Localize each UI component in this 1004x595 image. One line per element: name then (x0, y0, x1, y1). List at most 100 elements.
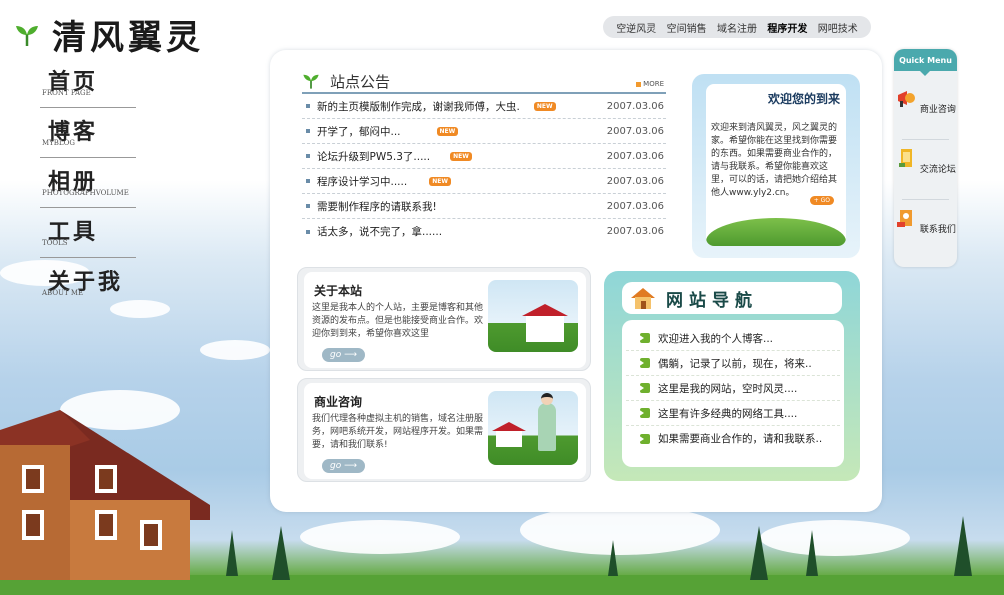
quick-item-forum[interactable]: 交流论坛 (894, 147, 957, 175)
quick-item-label: 交流论坛 (919, 165, 956, 175)
bullet-icon (306, 229, 310, 234)
tree (608, 540, 618, 576)
tree (750, 526, 768, 580)
notice-item[interactable]: 新的主页模版制作完成，谢谢我师傅，大虫. NEW 2007.03.06 (302, 94, 666, 119)
notice-item[interactable]: 程序设计学习中..... NEW 2007.03.06 (302, 169, 666, 194)
leftnav-item-about[interactable]: 关于我 ABOUT ME (40, 258, 136, 308)
cloud (520, 505, 720, 555)
leftnav-item-tools[interactable]: 工具 TOOLS (40, 208, 136, 258)
arrow-icon (638, 358, 650, 368)
contact-icon (897, 210, 913, 227)
about-text: 这里是我本人的个人站，主要是博客和其他资源的发布点。但是也能接受商业合作。欢迎你… (312, 303, 484, 339)
about-go-button[interactable]: go ⟶ (322, 348, 365, 362)
cloud (760, 520, 910, 556)
topnav-item-kongni[interactable]: 空逆风灵 (616, 20, 656, 35)
topnav-item-space-sales[interactable]: 空间销售 (667, 20, 707, 35)
notice-header: 站点公告 MORE (302, 70, 666, 94)
arrow-icon (638, 383, 650, 393)
about-box: 关于本站 这里是我本人的个人站，主要是博客和其他资源的发布点。但是也能接受商业合… (297, 267, 591, 371)
notice-date: 2007.03.06 (606, 125, 664, 137)
leftnav-sublabel: MYBLOG (42, 139, 75, 147)
notice-text: 论坛升级到PW5.3了..... (317, 150, 431, 163)
new-badge: NEW (450, 151, 472, 161)
business-box: 商业咨询 我们代理各种虚拟主机的销售，域名注册服务，网吧系统开发，网站程序开发。… (297, 378, 591, 482)
folder-icon (899, 149, 913, 167)
bullet-icon (306, 129, 310, 133)
sitenav-list: 欢迎进入我的个人博客... 偶躺，记录了以前，现在，将来.. 这里是我的网站，空… (622, 320, 844, 467)
topnav-item-dev[interactable]: 程序开发 (767, 20, 807, 35)
sitenav-label: 偶躺，记录了以前，现在，将来.. (658, 357, 812, 370)
quick-item-label: 商业咨询 (919, 105, 956, 115)
sitenav-item[interactable]: 这里有许多经典的网络工具.... (626, 401, 840, 426)
house-picture (488, 280, 578, 352)
topnav-item-domain[interactable]: 域名注册 (717, 20, 757, 35)
leftnav-sublabel: FRONT PAGE (42, 89, 91, 97)
notice-date: 2007.03.06 (606, 150, 664, 162)
notice-item[interactable]: 开学了，郁闷中... NEW 2007.03.06 (302, 119, 666, 144)
sprout-icon (16, 25, 38, 46)
sitenav-item[interactable]: 这里是我的网站，空时风灵.... (626, 376, 840, 401)
welcome-card: 欢迎您的到来 欢迎来到清风翼灵，风之翼灵的家。希望你能在这里找到你需要的东西。如… (706, 84, 846, 246)
cloud (200, 340, 270, 360)
leftnav-sublabel: ABOUT ME (42, 289, 84, 297)
divider (902, 199, 949, 200)
leftnav-item-album[interactable]: 相册 PHOTOGRAPHVOLUME (40, 158, 136, 208)
bullet-icon (636, 81, 642, 87)
business-go-button[interactable]: go ⟶ (322, 459, 365, 473)
leftnav-item-blog[interactable]: 博客 MYBLOG (40, 108, 136, 158)
sitenav-label: 这里是我的网站，空时风灵.... (658, 382, 798, 395)
logo-text: 清风翼灵 (52, 18, 204, 58)
business-text: 我们代理各种虚拟主机的销售，域名注册服务，网吧系统开发，网站程序开发。如果需要，… (312, 414, 484, 450)
quick-item-label: 联系我们 (919, 225, 956, 235)
notice-text: 程序设计学习中..... (317, 175, 408, 188)
go-label: go (330, 461, 342, 471)
quick-menu-title: Quick Menu (894, 49, 957, 76)
top-navigation: 空逆风灵 空间销售 域名注册 程序开发 网吧技术 (603, 16, 871, 38)
welcome-text: 欢迎来到清风翼灵，风之翼灵的家。希望你能在这里找到你需要的东西。如果需要商业合作… (711, 123, 838, 198)
notice-date: 2007.03.06 (606, 226, 664, 237)
notice-text: 话太多，说不完了，拿...... (317, 226, 443, 238)
divider (902, 139, 949, 140)
more-label: MORE (643, 80, 664, 88)
notice-text: 需要制作程序的请联系我! (317, 200, 437, 213)
more-link[interactable]: MORE (636, 80, 664, 88)
about-card: 关于本站 这里是我本人的个人站，主要是博客和其他资源的发布点。但是也能接受商业合… (304, 272, 586, 368)
notice-date: 2007.03.06 (606, 200, 664, 212)
business-title: 商业咨询 (314, 395, 363, 409)
notice-item[interactable]: 论坛升级到PW5.3了..... NEW 2007.03.06 (302, 144, 666, 169)
new-badge: NEW (533, 101, 556, 111)
notice-date: 2007.03.06 (606, 100, 664, 112)
consultant-picture (488, 391, 578, 465)
quick-item-business[interactable]: 商业咨询 (894, 87, 957, 115)
welcome-go-button[interactable]: + GO (809, 196, 834, 205)
notice-item[interactable]: 话太多，说不完了，拿...... 2007.03.06 (302, 219, 666, 244)
arrow-icon (638, 433, 650, 444)
topnav-item-netcafe[interactable]: 网吧技术 (818, 20, 858, 35)
site-navigation: 网站导航 欢迎进入我的个人博客... 偶躺，记录了以前，现在，将来.. 这里是我… (604, 271, 860, 481)
tree (226, 530, 238, 576)
quick-item-contact[interactable]: 联系我们 (894, 207, 957, 235)
home-icon (631, 288, 655, 309)
sitenav-label: 欢迎进入我的个人博客... (658, 332, 774, 345)
leftnav-sublabel: PHOTOGRAPHVOLUME (42, 189, 129, 197)
sitenav-item[interactable]: 欢迎进入我的个人博客... (626, 326, 840, 351)
notice-board: 站点公告 MORE 新的主页模版制作完成，谢谢我师傅，大虫. NEW 2007.03… (302, 70, 666, 244)
quick-menu: Quick Menu 商业咨询 交流论坛 联系我们 (894, 49, 957, 267)
bullet-icon (306, 104, 310, 108)
sitenav-label: 这里有许多经典的网络工具.... (658, 407, 798, 420)
leftnav-sublabel: TOOLS (42, 239, 68, 247)
sitenav-label: 如果需要商业合作的，请和我联系.. (658, 433, 823, 445)
sitenav-item[interactable]: 如果需要商业合作的，请和我联系.. (626, 426, 840, 451)
notice-item[interactable]: 需要制作程序的请联系我! 2007.03.06 (302, 194, 666, 219)
welcome-box: 欢迎您的到来 欢迎来到清风翼灵，风之翼灵的家。希望你能在这里找到你需要的东西。如… (692, 74, 860, 258)
site-logo[interactable]: 清风翼灵 (14, 10, 204, 59)
about-title: 关于本站 (314, 284, 363, 298)
sitenav-title: 网站导航 (666, 290, 758, 311)
arrow-icon (638, 408, 650, 418)
notice-date: 2007.03.06 (606, 175, 664, 187)
house-icon (522, 304, 568, 342)
bullet-icon (306, 154, 310, 158)
left-navigation: 首页 FRONT PAGE 博客 MYBLOG 相册 PHOTOGRAPHVOL… (40, 58, 136, 308)
sitenav-item[interactable]: 偶躺，记录了以前，现在，将来.. (626, 351, 840, 376)
leftnav-item-home[interactable]: 首页 FRONT PAGE (40, 58, 136, 108)
